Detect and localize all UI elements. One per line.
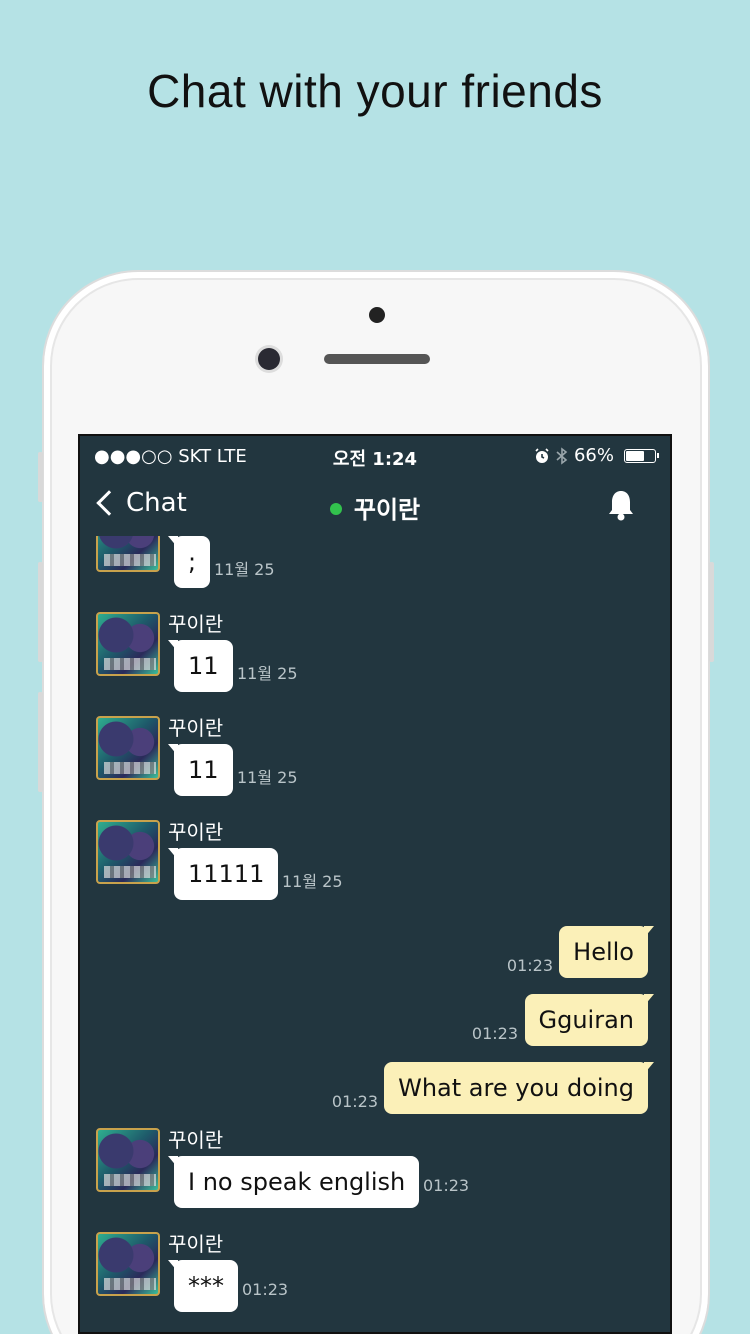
message-bubble[interactable]: 11 [168, 640, 233, 692]
avatar[interactable] [96, 716, 160, 780]
message-time: 11월 25 [237, 768, 298, 787]
message-bubble[interactable]: Gguiran [524, 994, 654, 1046]
message-outgoing: What are you doing 01:23 [332, 1062, 654, 1118]
power-button [709, 562, 714, 662]
message-time: 01:23 [471, 1024, 518, 1043]
bluetooth-icon [556, 446, 568, 465]
battery-icon [624, 448, 659, 463]
front-camera-icon [258, 348, 280, 370]
message-bubble[interactable]: *** [168, 1260, 238, 1312]
message-time: 11월 25 [282, 872, 343, 891]
sender-name: 꾸이란 [168, 716, 224, 740]
message-time: 01:23 [242, 1280, 289, 1299]
message-time: 01:23 [331, 1092, 378, 1111]
message-outgoing: Hello 01:23 [507, 926, 654, 982]
avatar[interactable] [96, 612, 160, 676]
battery-percent: 66% [573, 445, 614, 466]
sender-name: 꾸이란 [168, 612, 224, 636]
message-time: 01:23 [506, 956, 553, 975]
message-bubble[interactable]: Hello [559, 926, 654, 978]
nav-bar: Chat 꾸이란 [80, 480, 670, 536]
status-right: 66% [534, 445, 659, 466]
online-status-icon [329, 503, 342, 515]
message-time: 11월 25 [237, 664, 298, 683]
message-bubble[interactable]: I no speak english [167, 1156, 420, 1208]
avatar[interactable] [96, 1128, 160, 1192]
message-incoming: 꾸이란 11 11월 25 [96, 716, 636, 826]
volume-down-button [38, 692, 43, 792]
avatar[interactable] [96, 1232, 160, 1296]
earpiece-speaker [324, 354, 430, 364]
status-bar: ●●●○○ SKT LTE 오전 1:24 66% [80, 436, 670, 476]
chat-title-text: 꾸이란 [353, 496, 421, 524]
avatar[interactable] [96, 536, 160, 572]
sender-name: 꾸이란 [168, 1232, 224, 1256]
message-incoming: 꾸이란 *** 01:23 [96, 1232, 636, 1332]
volume-up-button [38, 562, 43, 662]
avatar[interactable] [96, 820, 160, 884]
headline: Chat with your friends [147, 65, 603, 117]
message-incoming: 꾸이란 11 11월 25 [96, 612, 636, 722]
message-list[interactable]: ; 11월 25 꾸이란 11 11월 25 꾸이란 11 11월 25 꾸이란 11111 11월… [80, 536, 670, 1332]
message-incoming: 꾸이란 11111 11월 25 [96, 820, 636, 930]
sender-name: 꾸이란 [168, 1128, 224, 1152]
message-outgoing: Gguiran 01:23 [472, 994, 654, 1050]
message-time: 11월 25 [214, 560, 275, 579]
mute-switch [38, 452, 43, 502]
message-bubble[interactable]: 11111 [167, 848, 279, 900]
message-bubble[interactable]: What are you doing [384, 1062, 654, 1114]
phone-screen: ●●●○○ SKT LTE 오전 1:24 66% Chat 꾸이란 ; 11월… [78, 434, 672, 1334]
proximity-sensor [369, 307, 385, 323]
message-incoming: 꾸이란 I no speak english 01:23 [96, 1128, 636, 1238]
message-bubble[interactable]: ; [167, 536, 211, 588]
sender-name: 꾸이란 [168, 820, 224, 844]
chat-title: 꾸이란 [80, 490, 670, 525]
message-time: 01:23 [423, 1176, 470, 1195]
bell-icon[interactable] [606, 488, 636, 522]
message-incoming: ; 11월 25 [96, 536, 636, 618]
battery-fill [626, 450, 644, 461]
message-bubble[interactable]: 11 [168, 744, 233, 796]
alarm-icon [535, 447, 549, 463]
